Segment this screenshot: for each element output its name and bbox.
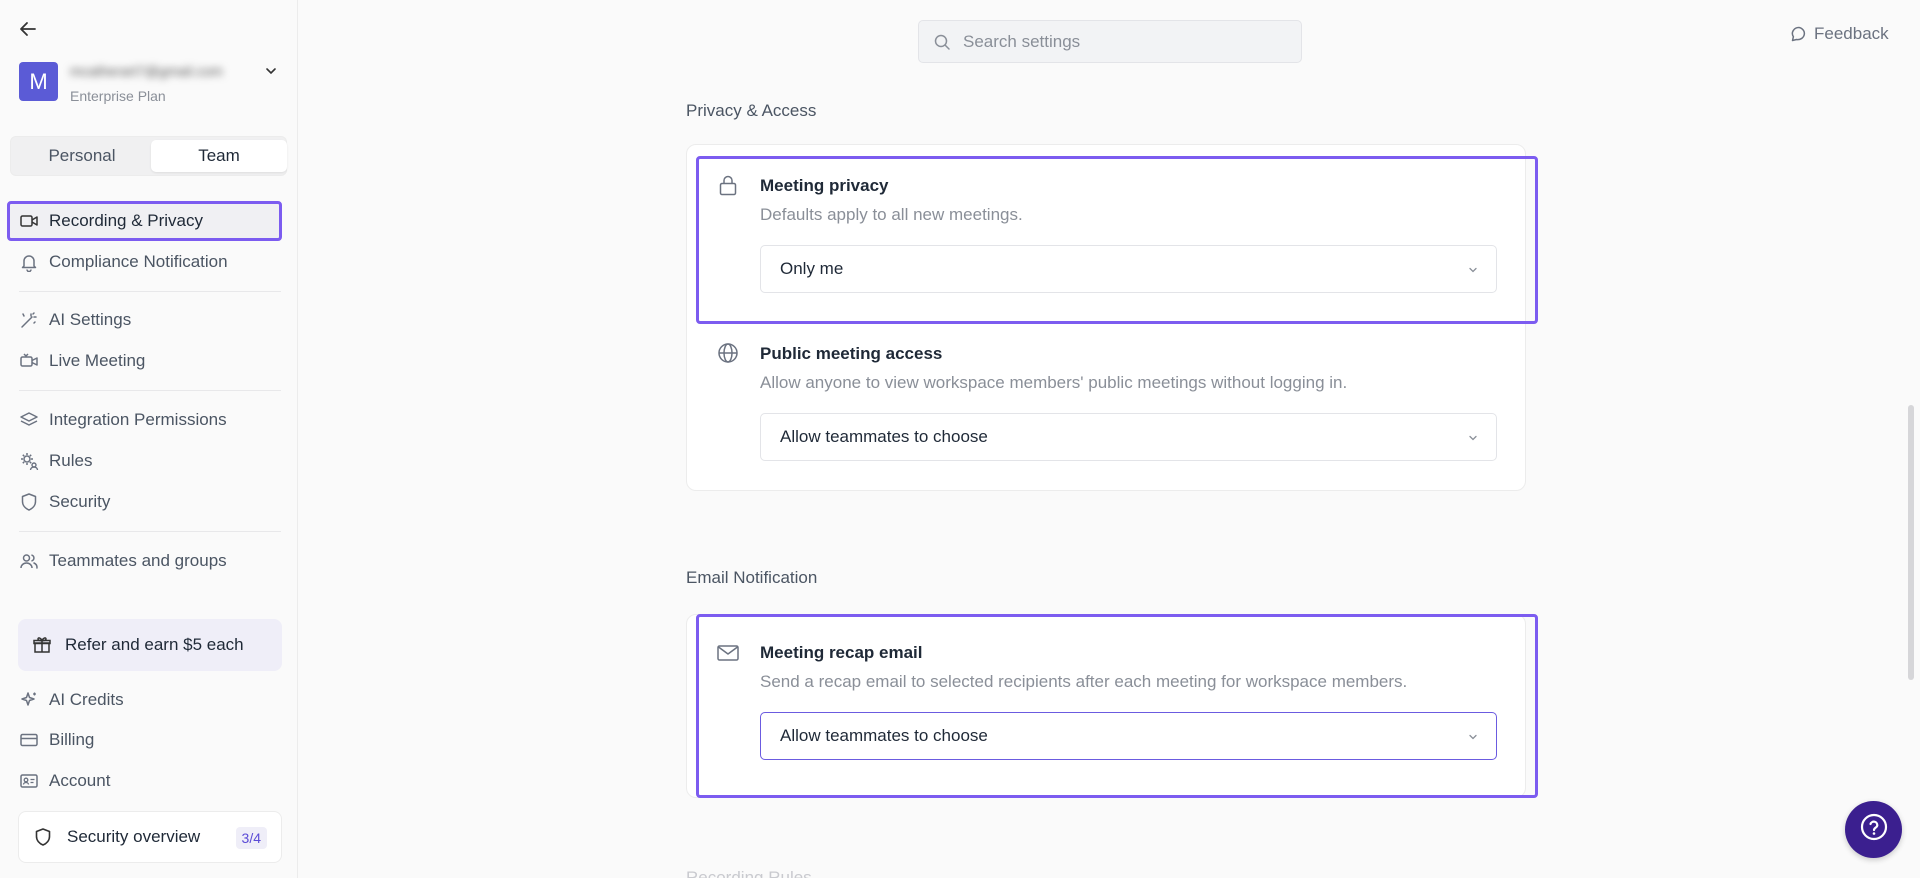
section-title-privacy: Privacy & Access	[686, 101, 817, 120]
sidebar-item-recording-privacy[interactable]: Recording & Privacy	[19, 207, 281, 235]
sidebar-item-label: Rules	[49, 451, 93, 470]
meeting-privacy-select[interactable]: Only me	[760, 245, 1497, 293]
shield-icon	[19, 492, 39, 512]
chat-bubble-icon	[1790, 25, 1808, 43]
shield-icon	[33, 827, 53, 847]
account-email: mcatherart7@gmail.com	[70, 63, 223, 79]
select-value: Only me	[780, 259, 844, 278]
chevron-down-icon[interactable]	[264, 64, 280, 80]
refer-button[interactable]: Refer and earn $5 each	[18, 619, 282, 671]
sidebar-item-label: Teammates and groups	[49, 551, 227, 570]
sparkle-icon	[19, 690, 39, 710]
setting-description: Allow anyone to view workspace members' …	[760, 373, 1348, 392]
select-value: Allow teammates to choose	[780, 427, 988, 446]
chevron-down-icon	[1466, 430, 1480, 444]
bell-icon	[19, 252, 39, 272]
account-plan: Enterprise Plan	[70, 88, 166, 104]
mail-icon	[716, 641, 740, 665]
scope-toggle: Personal Team	[10, 136, 287, 176]
feedback-button[interactable]: Feedback	[1790, 24, 1889, 44]
privacy-card: Meeting privacy Defaults apply to all ne…	[686, 144, 1526, 491]
live-camera-icon	[19, 351, 39, 371]
search-icon	[933, 33, 951, 51]
setting-title: Public meeting access	[760, 344, 943, 363]
sidebar-item-rules[interactable]: Rules	[19, 447, 281, 475]
refer-label: Refer and earn $5 each	[65, 635, 244, 654]
sidebar-item-live-meeting[interactable]: Live Meeting	[19, 347, 281, 375]
sidebar-item-label: AI Credits	[49, 690, 124, 709]
section-title-email: Email Notification	[686, 568, 818, 587]
chevron-down-icon	[1466, 729, 1480, 743]
security-overview-button[interactable]: Security overview 3/4	[18, 811, 282, 863]
magic-wand-icon	[19, 310, 39, 330]
sidebar-item-label: Compliance Notification	[49, 252, 228, 271]
sidebar-item-billing[interactable]: Billing	[19, 726, 281, 754]
search-input[interactable]	[963, 31, 1293, 52]
sidebar: M mcatherart7@gmail.com Enterprise Plan …	[0, 0, 298, 878]
sidebar-item-label: Account	[49, 771, 111, 790]
globe-icon	[716, 341, 740, 365]
tab-personal[interactable]: Personal	[14, 140, 150, 172]
sidebar-item-label: Billing	[49, 730, 95, 749]
sidebar-item-security[interactable]: Security	[19, 488, 281, 516]
recap-email-select[interactable]: Allow teammates to choose	[760, 712, 1497, 760]
email-card: Meeting recap email Send a recap email t…	[686, 614, 1526, 798]
scrollbar[interactable]	[1908, 405, 1914, 680]
question-mark-icon	[1859, 812, 1889, 847]
gear-people-icon	[19, 451, 39, 471]
gift-icon	[31, 634, 53, 656]
sidebar-item-label: Integration Permissions	[49, 410, 227, 429]
public-access-select[interactable]: Allow teammates to choose	[760, 413, 1497, 461]
sidebar-item-label: Recording & Privacy	[49, 211, 204, 230]
setting-title: Meeting privacy	[760, 176, 889, 195]
avatar: M	[19, 62, 58, 101]
layers-icon	[19, 410, 39, 430]
chevron-down-icon	[1466, 262, 1480, 276]
account-switcher[interactable]: M mcatherart7@gmail.com Enterprise Plan	[19, 62, 281, 106]
help-button[interactable]	[1845, 801, 1902, 858]
sidebar-item-compliance-notification[interactable]: Compliance Notification	[19, 248, 281, 276]
lock-icon	[716, 173, 740, 197]
select-value: Allow teammates to choose	[780, 726, 988, 745]
search-bar[interactable]	[918, 20, 1302, 63]
sidebar-item-integration-permissions[interactable]: Integration Permissions	[19, 406, 281, 434]
security-overview-label: Security overview	[67, 827, 201, 846]
sidebar-item-ai-credits[interactable]: AI Credits	[19, 686, 281, 714]
tab-team[interactable]: Team	[151, 140, 287, 172]
people-icon	[19, 551, 39, 571]
sidebar-item-ai-settings[interactable]: AI Settings	[19, 306, 281, 334]
nav-divider	[19, 390, 281, 391]
setting-description: Defaults apply to all new meetings.	[760, 205, 1023, 224]
back-arrow-icon[interactable]	[16, 17, 40, 41]
section-title-next: Recording Rules	[686, 868, 812, 878]
sidebar-item-label: Security	[49, 492, 111, 511]
setting-title: Meeting recap email	[760, 643, 923, 662]
credit-card-icon	[19, 730, 39, 750]
sidebar-item-teammates-groups[interactable]: Teammates and groups	[19, 547, 281, 575]
setting-description: Send a recap email to selected recipient…	[760, 672, 1408, 691]
video-camera-icon	[19, 211, 39, 231]
id-card-icon	[19, 771, 39, 791]
sidebar-item-account[interactable]: Account	[19, 767, 281, 795]
nav-divider	[19, 291, 281, 292]
feedback-label: Feedback	[1814, 24, 1889, 43]
nav-divider	[19, 531, 281, 532]
sidebar-item-label: Live Meeting	[49, 351, 146, 370]
sidebar-item-label: AI Settings	[49, 310, 132, 329]
status-badge: 3/4	[235, 827, 267, 849]
